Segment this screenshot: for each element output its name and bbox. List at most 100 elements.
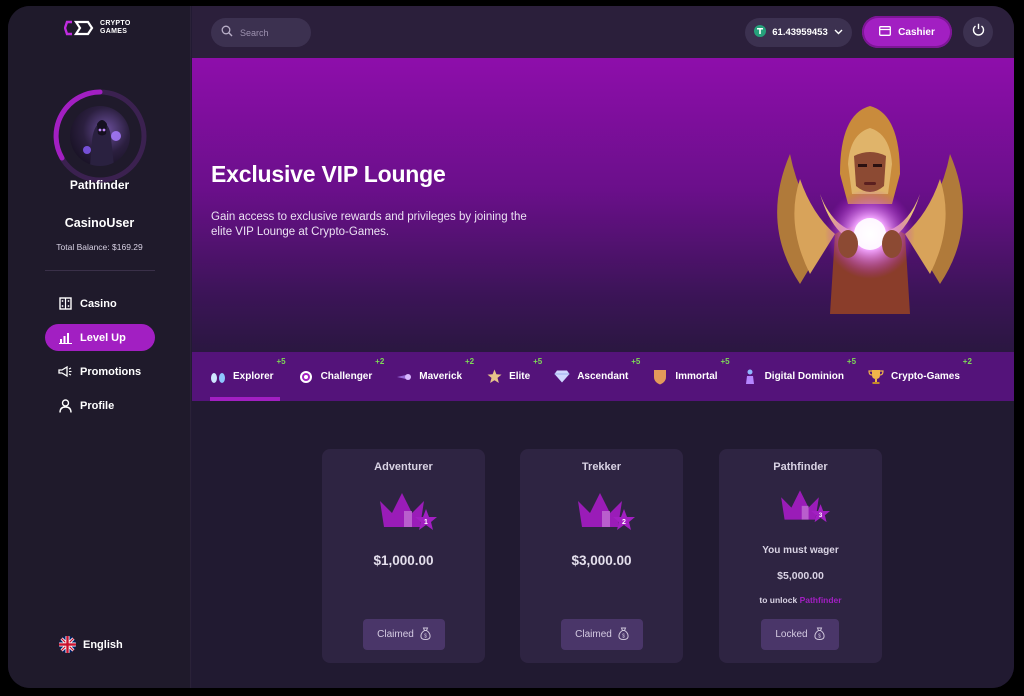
level-card-trekker: Trekker 2 $3,000.00 Claimed $ <box>520 449 683 663</box>
cashier-label: Cashier <box>898 26 935 38</box>
level-number: 2 <box>622 519 626 526</box>
svg-text:$: $ <box>622 633 625 639</box>
egyptian-queen-illustration <box>777 106 963 314</box>
search-icon <box>221 24 233 42</box>
level-cards-area: Adventurer 1 $1,000.00 Claimed $ Trekker <box>192 401 1014 688</box>
crown-level-icon: 2 <box>578 493 635 530</box>
chevron-down-icon <box>834 27 843 38</box>
sidebar-item-label: Casino <box>80 297 117 310</box>
sidebar-item-label: Profile <box>80 399 115 412</box>
tab-label: Digital Dominion <box>764 371 845 382</box>
total-balance: Total Balance: $169.29 <box>56 242 143 252</box>
crown-level-icon: 3 <box>781 490 830 523</box>
avatar-progress-ring <box>52 88 148 184</box>
cashier-button[interactable]: Cashier <box>862 16 952 48</box>
tab-label: Ascendant <box>577 371 629 382</box>
tab-bonus: +5 <box>720 357 730 366</box>
sidebar-item-promotions[interactable]: Promotions <box>45 358 155 385</box>
claimed-button[interactable]: Claimed $ <box>561 619 643 650</box>
money-bag-icon: $ <box>618 627 629 643</box>
tab-bonus: +2 <box>375 357 385 366</box>
brand-logo[interactable]: CRYPTO GAMES <box>64 20 131 36</box>
tab-ascendant[interactable]: Ascendant +5 <box>554 352 640 401</box>
user-icon <box>58 398 72 413</box>
money-bag-icon: $ <box>814 627 825 643</box>
card-reward-amount: $1,000.00 <box>373 553 434 568</box>
card-title: Trekker <box>581 461 622 473</box>
tab-maverick[interactable]: Maverick +2 <box>396 352 474 401</box>
button-label: Locked <box>775 629 808 640</box>
card-title: Pathfinder <box>773 461 828 473</box>
tab-challenger[interactable]: Challenger +2 <box>298 352 384 401</box>
comet-icon <box>396 369 412 385</box>
search-input[interactable] <box>240 27 300 38</box>
language-selector[interactable]: English <box>59 636 123 653</box>
tab-bonus: +2 <box>464 357 475 366</box>
tab-label: Crypto-Games <box>891 371 960 382</box>
figure-icon <box>742 369 758 385</box>
unlock-prefix: to unlock <box>759 595 798 605</box>
language-label: English <box>83 638 123 651</box>
sidebar-item-casino[interactable]: Casino <box>45 290 155 317</box>
tab-label: Immortal <box>675 371 718 382</box>
logo-text-line2: GAMES <box>100 28 128 35</box>
target-ring-icon <box>298 369 314 385</box>
vip-hero-banner: Exclusive VIP Lounge Gain access to excl… <box>192 58 1014 352</box>
level-number: 1 <box>424 519 428 526</box>
sidebar-item-label: Level Up <box>80 331 126 344</box>
card-reward-amount: $3,000.00 <box>571 553 632 568</box>
card-title: Adventurer <box>374 461 433 473</box>
tab-bonus: +5 <box>631 357 641 366</box>
wager-amount: $5,000.00 <box>777 570 824 582</box>
logout-button[interactable] <box>963 17 993 47</box>
search-box[interactable] <box>211 18 311 47</box>
hero-description: Gain access to exclusive rewards and pri… <box>211 211 527 238</box>
wallet-balance: 61.43959453 <box>772 27 828 38</box>
casino-icon <box>58 297 72 311</box>
avatar[interactable] <box>70 106 130 166</box>
logo-icon <box>64 20 94 36</box>
username: CasinoUser <box>64 216 135 230</box>
app-window: CRYPTO GAMES Pathfinder CasinoUser Total… <box>8 6 1014 688</box>
top-bar: 61.43959453 Cashier <box>192 6 1014 58</box>
tab-label: Maverick <box>419 371 463 382</box>
tab-crypto-games[interactable]: Crypto-Games +2 <box>868 352 972 401</box>
wager-requirement-text: You must wager <box>762 545 839 556</box>
sidebar-item-label: Promotions <box>80 365 142 378</box>
svg-text:$: $ <box>424 633 427 639</box>
wallet-selector[interactable]: 61.43959453 <box>745 18 852 47</box>
uk-flag-icon <box>59 636 76 653</box>
svg-text:$: $ <box>818 633 821 639</box>
sidebar-item-level-up[interactable]: Level Up <box>45 324 155 351</box>
star-icon <box>486 369 502 385</box>
sidebar-divider <box>45 270 155 271</box>
level-up-icon <box>58 331 72 345</box>
tab-label: Explorer <box>233 371 274 382</box>
level-card-pathfinder: Pathfinder 3 You must wager $5,000.00 to… <box>719 449 882 663</box>
megaphone-icon <box>58 365 72 379</box>
tab-elite[interactable]: Elite +5 <box>486 352 542 401</box>
tab-digital-dominion[interactable]: Digital Dominion +5 <box>742 352 856 401</box>
crown-level-icon: 1 <box>380 493 437 530</box>
rank-name: Pathfinder <box>69 178 130 192</box>
button-label: Claimed <box>377 629 414 640</box>
tether-coin-icon <box>754 25 767 40</box>
sidebar-item-profile[interactable]: Profile <box>45 392 155 419</box>
tab-bonus: +5 <box>533 357 543 366</box>
wallet-icon <box>879 25 892 39</box>
tab-explorer[interactable]: Explorer +5 <box>210 352 286 401</box>
vip-tier-tabs: Explorer +5 Challenger +2 Maverick +2 El… <box>192 352 1014 401</box>
button-label: Claimed <box>575 629 612 640</box>
sidebar-nav: Casino Level Up Promotions Profile <box>45 290 155 426</box>
claimed-button[interactable]: Claimed $ <box>363 619 445 650</box>
power-icon <box>972 23 985 41</box>
tab-bonus: +2 <box>962 357 972 366</box>
money-bag-icon: $ <box>420 627 431 643</box>
unlock-text: to unlock Pathfinder <box>719 595 882 605</box>
tab-bonus: +5 <box>846 357 857 366</box>
logo-text-line1: CRYPTO <box>100 20 131 27</box>
tab-immortal[interactable]: Immortal +5 <box>652 352 730 401</box>
shield-icon <box>652 369 668 385</box>
locked-button[interactable]: Locked $ <box>761 619 839 650</box>
tab-label: Elite <box>509 371 531 382</box>
